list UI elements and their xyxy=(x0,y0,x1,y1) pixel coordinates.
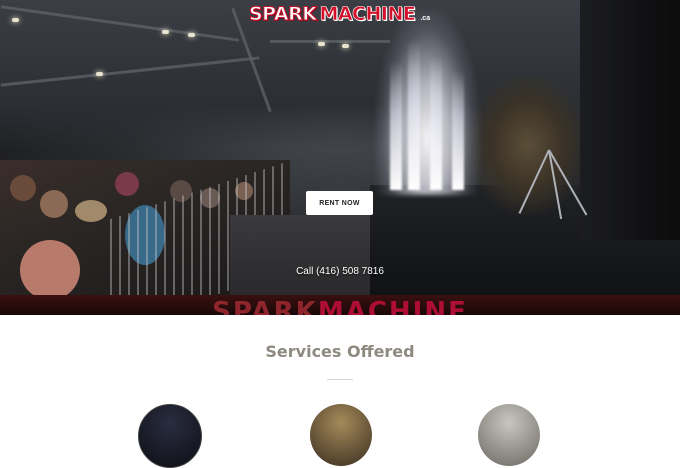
ceiling-light xyxy=(188,33,195,37)
logo-text-machine: Machine xyxy=(319,3,416,26)
ceiling-light xyxy=(162,30,169,34)
crowd-person xyxy=(75,200,107,222)
ceiling-light xyxy=(342,44,349,48)
crowd-person xyxy=(115,172,139,196)
ceiling-light xyxy=(96,72,103,76)
banner-logo-text: SparkMachine xyxy=(0,295,680,315)
crowd-person xyxy=(10,175,36,201)
spark-jet xyxy=(430,55,442,190)
banner-text-machine: Machine xyxy=(317,297,468,315)
crowd-person xyxy=(40,190,68,218)
service-image-1[interactable] xyxy=(138,404,202,468)
site-logo[interactable]: Spark Machine .ca xyxy=(248,2,431,26)
crowd-person xyxy=(20,240,80,300)
ceiling-light xyxy=(12,18,19,22)
logo-text-spark: Spark xyxy=(248,3,317,26)
roof-truss xyxy=(270,40,390,43)
brand-banner: SparkMachine xyxy=(0,295,680,315)
spark-jet xyxy=(390,60,402,190)
hero-section: Spark Machine .ca RENT NOW Call (416) 508 … xyxy=(0,0,680,315)
rent-now-button[interactable]: RENT NOW xyxy=(306,191,373,215)
service-image-2[interactable] xyxy=(310,404,372,466)
logo-suffix: .ca xyxy=(420,14,431,22)
services-section: Services Offered xyxy=(0,315,680,468)
speaker-stack xyxy=(580,0,680,240)
banner-text-spark: Spark xyxy=(212,297,318,315)
services-title: Services Offered xyxy=(265,342,415,361)
spark-jet xyxy=(452,70,464,190)
service-image-3[interactable] xyxy=(478,404,540,466)
title-divider xyxy=(327,379,353,380)
phone-number[interactable]: Call (416) 508 7816 xyxy=(260,266,420,277)
spark-jet xyxy=(408,40,420,190)
ceiling-light xyxy=(318,42,325,46)
